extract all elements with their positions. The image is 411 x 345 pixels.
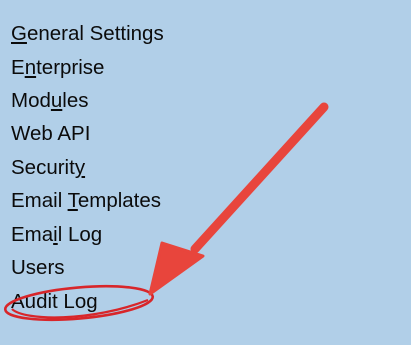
menu-item-email-log[interactable]: Email Log	[11, 223, 102, 247]
menu-item-email-templates[interactable]: Email Templates	[11, 189, 161, 213]
menu-item-label-post: eneral Settings	[26, 22, 164, 45]
access-key: T	[67, 189, 78, 212]
access-key: u	[50, 89, 63, 112]
menu-item-modules[interactable]: Modules	[11, 89, 89, 113]
menu-item-label-pre: Users	[11, 256, 65, 279]
menu-item-label-pre: Audit Log	[11, 290, 98, 313]
access-key: G	[11, 22, 27, 45]
arrow-pointer-icon	[148, 102, 329, 296]
access-key: y	[74, 156, 86, 179]
menu-item-label-post: terprise	[36, 56, 105, 79]
menu-item-label-pre: Mod	[11, 89, 51, 112]
menu-item-label-pre: Ema	[11, 223, 54, 246]
access-key: n	[24, 56, 37, 79]
menu-item-label-post: emplates	[77, 189, 162, 212]
menu-item-label-post: l Log	[57, 223, 103, 246]
menu-item-label-pre: Web API	[11, 122, 91, 145]
menu-item-label-pre: Securit	[11, 156, 75, 179]
menu-item-general-settings[interactable]: General Settings	[11, 22, 164, 46]
menu-item-enterprise[interactable]: Enterprise	[11, 56, 104, 80]
menu-item-web-api[interactable]: Web API	[11, 122, 90, 146]
menu-item-users[interactable]: Users	[11, 256, 65, 280]
menu-item-label-post: les	[62, 89, 89, 112]
menu-item-label-pre: E	[11, 56, 25, 79]
menu-item-audit-log[interactable]: Audit Log	[11, 290, 98, 314]
menu-item-security[interactable]: Security	[11, 156, 85, 180]
menu-item-label-pre: Email	[11, 189, 68, 212]
